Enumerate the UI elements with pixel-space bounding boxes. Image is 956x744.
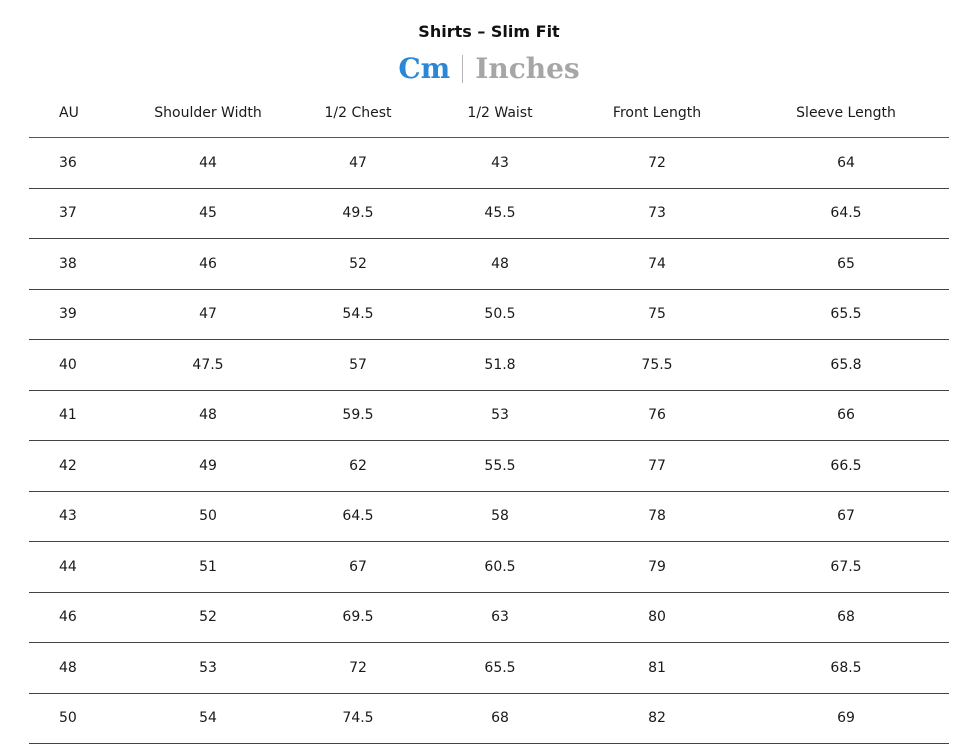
cell-front-length: 79 [571, 541, 743, 593]
cell-front-length: 75 [571, 289, 743, 340]
cell-sleeve-length: 65.5 [743, 289, 949, 340]
cell-front-length: 77 [571, 440, 743, 492]
table-row: 41 48 59.5 53 76 66 [29, 390, 949, 441]
cell-sleeve-length: 69 [743, 693, 949, 744]
cell-sleeve-length: 65 [743, 238, 949, 290]
cell-au: 44 [29, 541, 129, 593]
column-header-au: AU [29, 89, 129, 138]
cell-shoulder-width: 52 [129, 592, 287, 643]
cell-au: 37 [29, 188, 129, 239]
table-row: 44 51 67 60.5 79 67.5 [29, 541, 949, 593]
table-row: 38 46 52 48 74 65 [29, 238, 949, 290]
unit-separator [462, 54, 464, 83]
unit-toggle: Cm Inches [0, 50, 956, 86]
table-row: 43 50 64.5 58 78 67 [29, 491, 949, 542]
cell-au: 39 [29, 289, 129, 340]
cell-half-waist: 48 [429, 238, 571, 290]
table-row: 50 54 74.5 68 82 69 [29, 693, 949, 744]
cell-sleeve-length: 64 [743, 137, 949, 189]
cell-half-chest: 74.5 [287, 693, 429, 744]
table-header-row: AU Shoulder Width 1/2 Chest 1/2 Waist Fr… [29, 89, 949, 138]
unit-cm-button[interactable]: Cm [398, 52, 450, 86]
cell-half-chest: 62 [287, 440, 429, 492]
table-row: 48 53 72 65.5 81 68.5 [29, 642, 949, 694]
cell-half-chest: 59.5 [287, 390, 429, 441]
cell-half-chest: 72 [287, 642, 429, 694]
cell-shoulder-width: 48 [129, 390, 287, 441]
cell-front-length: 76 [571, 390, 743, 441]
cell-front-length: 72 [571, 137, 743, 189]
cell-shoulder-width: 44 [129, 137, 287, 189]
cell-shoulder-width: 49 [129, 440, 287, 492]
cell-au: 40 [29, 339, 129, 391]
cell-half-waist: 50.5 [429, 289, 571, 340]
cell-front-length: 78 [571, 491, 743, 542]
cell-sleeve-length: 68 [743, 592, 949, 643]
column-header-sleeve-length: Sleeve Length [743, 89, 949, 138]
cell-au: 42 [29, 440, 129, 492]
cell-half-waist: 43 [429, 137, 571, 189]
table-row: 40 47.5 57 51.8 75.5 65.8 [29, 339, 949, 391]
cell-half-waist: 65.5 [429, 642, 571, 694]
cell-au: 36 [29, 137, 129, 189]
cell-shoulder-width: 47.5 [129, 339, 287, 391]
cell-front-length: 80 [571, 592, 743, 643]
cell-sleeve-length: 67 [743, 491, 949, 542]
table-row: 36 44 47 43 72 64 [29, 137, 949, 189]
table-row: 37 45 49.5 45.5 73 64.5 [29, 188, 949, 239]
unit-inches-button[interactable]: Inches [475, 52, 579, 86]
cell-half-chest: 64.5 [287, 491, 429, 542]
cell-half-chest: 57 [287, 339, 429, 391]
cell-sleeve-length: 64.5 [743, 188, 949, 239]
cell-sleeve-length: 68.5 [743, 642, 949, 694]
cell-half-waist: 51.8 [429, 339, 571, 391]
column-header-front-length: Front Length [571, 89, 743, 138]
cell-sleeve-length: 65.8 [743, 339, 949, 391]
cell-half-chest: 54.5 [287, 289, 429, 340]
cell-shoulder-width: 45 [129, 188, 287, 239]
table-body: 36 44 47 43 72 64 37 45 49.5 45.5 73 64.5 38 46 52 48 74… [29, 137, 949, 744]
cell-half-waist: 63 [429, 592, 571, 643]
cell-shoulder-width: 50 [129, 491, 287, 542]
cell-au: 50 [29, 693, 129, 744]
cell-half-waist: 55.5 [429, 440, 571, 492]
cell-front-length: 74 [571, 238, 743, 290]
cell-shoulder-width: 47 [129, 289, 287, 340]
table-row: 46 52 69.5 63 80 68 [29, 592, 949, 643]
cell-sleeve-length: 67.5 [743, 541, 949, 593]
cell-half-waist: 45.5 [429, 188, 571, 239]
cell-au: 38 [29, 238, 129, 290]
size-chart-table: AU Shoulder Width 1/2 Chest 1/2 Waist Fr… [29, 89, 949, 744]
cell-front-length: 73 [571, 188, 743, 239]
cell-shoulder-width: 53 [129, 642, 287, 694]
cell-half-chest: 52 [287, 238, 429, 290]
cell-front-length: 82 [571, 693, 743, 744]
cell-shoulder-width: 51 [129, 541, 287, 593]
cell-shoulder-width: 54 [129, 693, 287, 744]
cell-au: 48 [29, 642, 129, 694]
cell-au: 41 [29, 390, 129, 441]
cell-front-length: 81 [571, 642, 743, 694]
column-header-half-waist: 1/2 Waist [429, 89, 571, 138]
cell-half-chest: 67 [287, 541, 429, 593]
cell-shoulder-width: 46 [129, 238, 287, 290]
cell-front-length: 75.5 [571, 339, 743, 391]
cell-half-waist: 58 [429, 491, 571, 542]
cell-half-chest: 47 [287, 137, 429, 189]
cell-au: 46 [29, 592, 129, 643]
cell-sleeve-length: 66 [743, 390, 949, 441]
cell-au: 43 [29, 491, 129, 542]
cell-half-waist: 60.5 [429, 541, 571, 593]
cell-sleeve-length: 66.5 [743, 440, 949, 492]
cell-half-chest: 49.5 [287, 188, 429, 239]
page-title: Shirts – Slim Fit [418, 22, 560, 41]
cell-half-chest: 69.5 [287, 592, 429, 643]
table-row: 42 49 62 55.5 77 66.5 [29, 440, 949, 492]
column-header-shoulder-width: Shoulder Width [129, 89, 287, 138]
column-header-half-chest: 1/2 Chest [287, 89, 429, 138]
cell-half-waist: 68 [429, 693, 571, 744]
table-row: 39 47 54.5 50.5 75 65.5 [29, 289, 949, 340]
cell-half-waist: 53 [429, 390, 571, 441]
